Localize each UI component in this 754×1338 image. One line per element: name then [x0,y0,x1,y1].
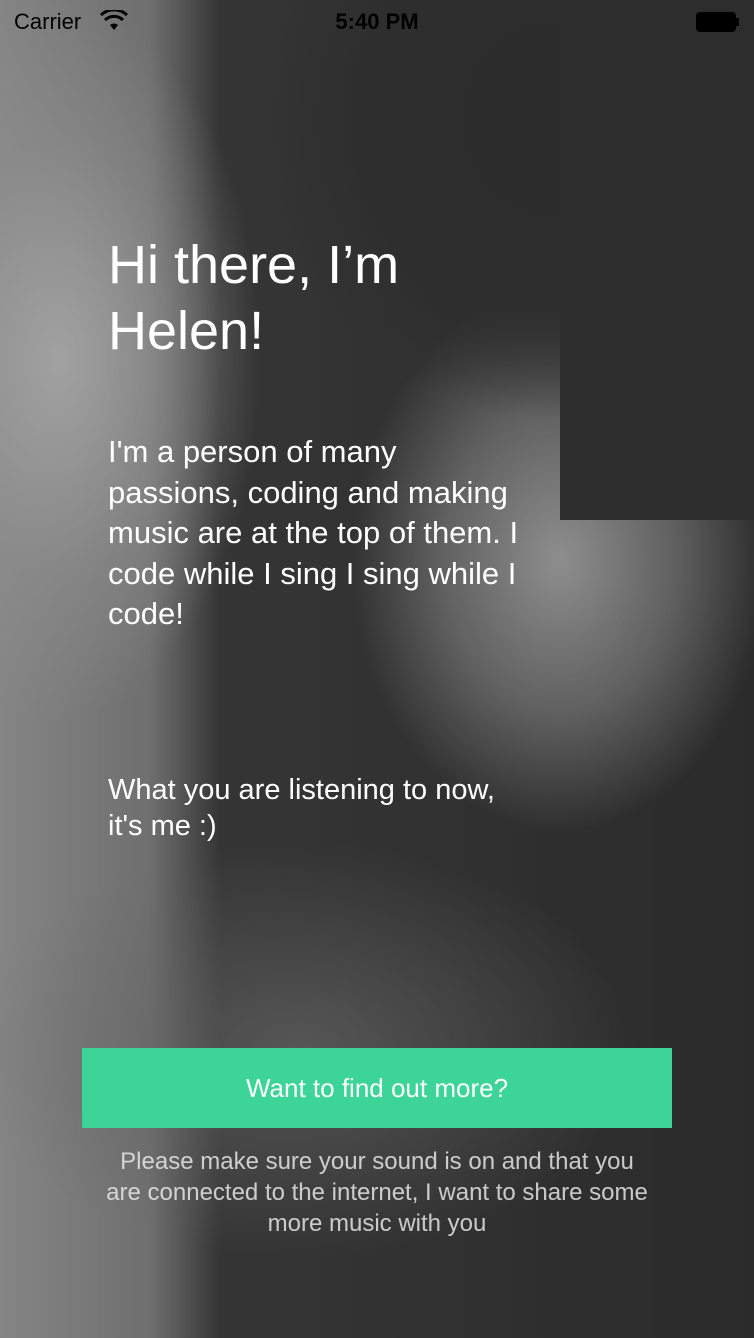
greeting: Hi there, I’m Helen! [108,232,528,364]
title-line-2: Helen! [108,301,265,361]
app-screen: Carrier 5:40 PM Hi there, I’m Helen! I'm… [0,0,754,1338]
sound-note: Please make sure your sound is on and th… [106,1148,648,1237]
page-title: Hi there, I’m Helen! [108,232,528,364]
background-photo-overlay [0,0,754,1338]
listening-line-2: it's me :) [108,810,217,842]
title-line-1: Hi there, I’m [108,235,400,295]
listening-text: What you are listening to now, it's me :… [108,772,548,844]
battery-icon [696,12,739,32]
find-out-more-button[interactable]: Want to find out more? [82,1048,672,1128]
status-time: 5:40 PM [335,9,419,34]
listening-line-1: What you are listening to now, [108,774,495,806]
status-bar: Carrier 5:40 PM [0,0,754,44]
bio-text: I'm a person of many passions, coding an… [108,434,519,631]
